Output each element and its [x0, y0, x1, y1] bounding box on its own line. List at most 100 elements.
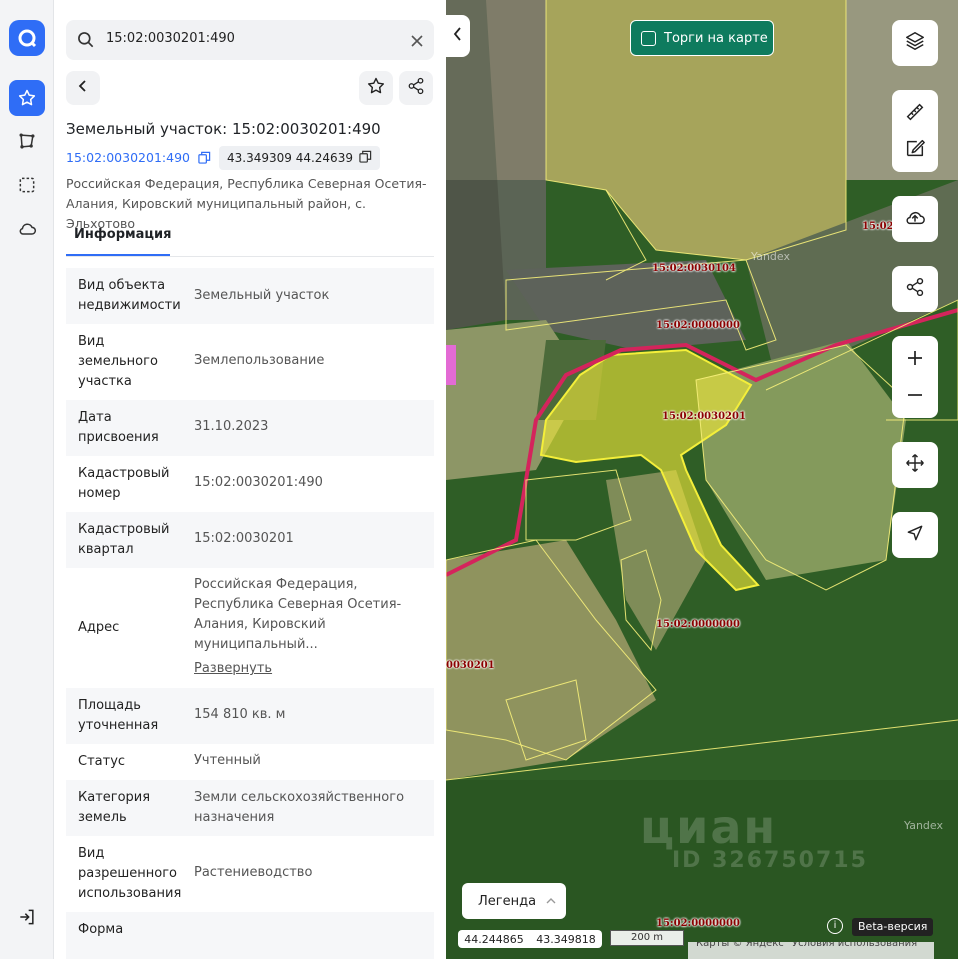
- draw-tools-group: [892, 90, 938, 172]
- login-button[interactable]: [12, 904, 42, 934]
- back-icon: [75, 78, 91, 98]
- favorite-button[interactable]: [359, 71, 393, 105]
- coordinates-text: 43.349309 44.24639: [227, 151, 353, 165]
- info-value: 31.10.2023: [194, 419, 269, 434]
- login-icon: [17, 907, 37, 931]
- cadastral-label: 15:02: [862, 221, 894, 232]
- zoom-out-icon[interactable]: [905, 385, 925, 409]
- info-row: Вид разрешенного использования Растениев…: [66, 836, 434, 912]
- cursor-lat: 43.349818: [536, 932, 596, 946]
- cadastral-label: 15:02:0030104: [652, 263, 736, 274]
- info-row: Вид земельного участка Землепользование: [66, 324, 434, 400]
- info-label: Статус: [78, 754, 126, 769]
- info-label: Дата присвоения: [78, 410, 159, 445]
- copy-icon[interactable]: [198, 151, 211, 167]
- info-value: Растениеводство: [194, 865, 313, 880]
- info-value: 15:02:0030201:490: [194, 475, 323, 490]
- back-button[interactable]: [66, 71, 100, 105]
- locate-icon: [905, 523, 925, 547]
- map-footer-links: Карты © Яндекс Условия использования: [688, 942, 934, 959]
- cadastral-label: 15:02:0030201: [662, 411, 746, 422]
- tab-information[interactable]: Информация: [66, 220, 172, 256]
- info-row: Форма: [66, 912, 434, 959]
- cursor-coordinates: 44.244865 43.349818: [458, 930, 602, 948]
- expand-address-link[interactable]: Развернуть: [194, 659, 424, 679]
- star-icon[interactable]: [9, 80, 45, 116]
- info-row: Категория земель Земли сельскохозяйствен…: [66, 780, 434, 836]
- upload-button[interactable]: [892, 196, 938, 242]
- info-row: Дата присвоения 31.10.2023: [66, 400, 434, 456]
- zoom-in-icon[interactable]: [905, 348, 925, 372]
- info-label: Вид объекта недвижимости: [78, 278, 181, 313]
- favorite-icon: [366, 76, 386, 100]
- map-share-button[interactable]: [892, 266, 938, 312]
- cadastral-label: 0030201: [446, 660, 495, 671]
- logo-icon[interactable]: [9, 20, 45, 56]
- info-row: Адрес Российская Федерация, Республика С…: [66, 568, 434, 688]
- yandex-copyright-link[interactable]: Карты © Яндекс: [696, 942, 784, 950]
- ruler-icon[interactable]: [904, 101, 926, 127]
- copy-icon[interactable]: [359, 150, 372, 166]
- torgi-label: Торги на карте: [664, 30, 768, 46]
- legend-label: Легенда: [478, 893, 537, 909]
- terms-link[interactable]: Условия использования: [792, 942, 917, 950]
- info-row: Площадь уточненная 154 810 кв. м: [66, 688, 434, 744]
- yandex-watermark: Yandex: [904, 819, 943, 832]
- scale-bar: 200 m: [610, 930, 684, 946]
- collapse-panel-button[interactable]: [446, 15, 470, 57]
- beta-badge: Beta-версия: [852, 918, 934, 936]
- info-panel: 15:02:0030201:490 Земельный участок: 15:…: [54, 0, 446, 959]
- torgi-checkbox[interactable]: [641, 30, 656, 46]
- search-input[interactable]: 15:02:0030201:490: [106, 31, 235, 46]
- close-icon[interactable]: [410, 33, 424, 52]
- zoom-controls: [892, 336, 938, 418]
- info-label: Адрес: [78, 620, 120, 635]
- info-row: Кадастровый квартал 15:02:0030201: [66, 512, 434, 568]
- page-title: Земельный участок: 15:02:0030201:490: [66, 120, 381, 138]
- edit-icon[interactable]: [904, 137, 926, 163]
- tab-divider: [66, 256, 434, 257]
- left-rail: [0, 0, 54, 959]
- collapse-icon: [452, 26, 464, 46]
- cadastral-number-link[interactable]: 15:02:0030201:490: [66, 150, 211, 167]
- search-icon: [76, 30, 96, 54]
- coordinates-chip[interactable]: 43.349309 44.24639: [219, 146, 380, 170]
- cian-watermark: циан: [640, 800, 778, 854]
- share-button[interactable]: [399, 71, 433, 105]
- info-value: Земли сельскохозяйственного назначения: [194, 790, 405, 825]
- cadastral-number-text[interactable]: 15:02:0030201:490: [66, 150, 190, 165]
- yandex-watermark: Yandex: [751, 250, 790, 263]
- cadastral-label: 15:02:0000000: [656, 619, 740, 630]
- info-label: Кадастровый номер: [78, 466, 170, 501]
- torgi-toggle[interactable]: Торги на карте: [630, 20, 774, 56]
- info-value: Российская Федерация, Республика Северна…: [194, 577, 402, 652]
- move-icon: [905, 453, 925, 477]
- info-value: 154 810 кв. м: [194, 707, 286, 722]
- search-bar[interactable]: 15:02:0030201:490: [66, 20, 434, 60]
- info-row: Статус Учтенный: [66, 744, 434, 780]
- cadastral-label: 15:02:0000000: [656, 918, 740, 929]
- info-label: Вид земельного участка: [78, 334, 158, 389]
- cloud-icon[interactable]: [9, 211, 45, 247]
- select-area-icon[interactable]: [9, 167, 45, 203]
- cadastral-label: 15:02:0000000: [656, 320, 740, 331]
- info-label: Категория земель: [78, 790, 151, 825]
- info-row: Вид объекта недвижимости Земельный участ…: [66, 268, 434, 324]
- cian-id-watermark: ID 326750715: [672, 848, 868, 873]
- move-button[interactable]: [892, 442, 938, 488]
- info-value: Землепользование: [194, 353, 325, 368]
- info-icon[interactable]: i: [827, 918, 843, 934]
- app-root: 15:02:0030201:490 Земельный участок: 15:…: [0, 0, 958, 959]
- info-label: Площадь уточненная: [78, 698, 159, 733]
- info-label: Вид разрешенного использования: [78, 846, 182, 901]
- locate-button[interactable]: [892, 512, 938, 558]
- share-icon: [905, 277, 925, 301]
- info-label: Кадастровый квартал: [78, 522, 170, 557]
- share-icon: [407, 77, 425, 99]
- info-value: Земельный участок: [194, 288, 330, 303]
- chevron-up-icon: [546, 894, 556, 909]
- info-row: Кадастровый номер 15:02:0030201:490: [66, 456, 434, 512]
- polygon-icon[interactable]: [9, 123, 45, 159]
- layers-button[interactable]: [892, 20, 938, 66]
- legend-button[interactable]: Легенда: [462, 883, 566, 919]
